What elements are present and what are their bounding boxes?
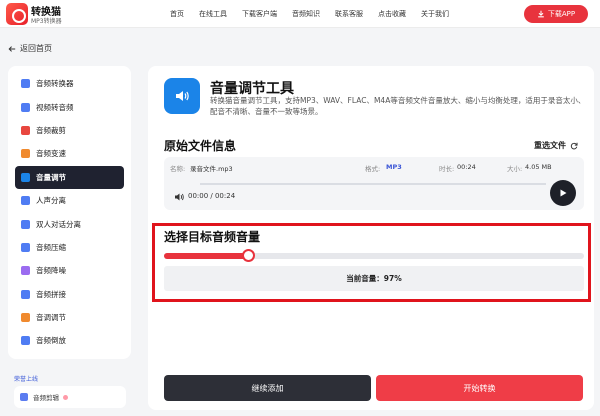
play-button[interactable] <box>550 180 576 206</box>
volume-adjust-icon <box>21 172 30 182</box>
nav-home[interactable]: 首页 <box>170 9 184 19</box>
sidebar-item-label: 音频降噪 <box>36 266 66 276</box>
audio-cut-icon <box>21 125 30 135</box>
sidebar-item-label: 视频转音频 <box>36 102 74 112</box>
continue-add-button[interactable]: 继续添加 <box>164 375 371 401</box>
speaker-icon[interactable] <box>174 192 184 202</box>
volume-tool-icon <box>164 78 200 114</box>
pitch-adjust-icon <box>21 313 30 323</box>
file-name: 录音文件.mp3 <box>190 165 233 173</box>
back-link[interactable]: 返回首页 <box>8 43 52 54</box>
sidebar-item-label: 音量调节 <box>36 172 66 182</box>
vocal-separation-icon <box>21 196 30 206</box>
nav-bookmark[interactable]: 点击收藏 <box>378 9 406 19</box>
section-title: 荣誉上线 <box>14 376 39 383</box>
sidebar-item[interactable]: 音调调节 <box>15 306 124 329</box>
sidebar-item[interactable]: 音频拼接 <box>15 283 124 306</box>
audio-merge-icon <box>21 289 30 299</box>
top-nav: 首页 在线工具 下载客户端 音频知识 联系客服 点击收藏 关于我们 <box>170 0 464 28</box>
file-info-heading: 原始文件信息 <box>164 139 237 153</box>
sidebar-item[interactable]: 音频倒放 <box>15 329 124 352</box>
reselect-label: 重选文件 <box>534 141 566 150</box>
play-time: 00:00 / 00:24 <box>188 192 236 200</box>
sub-item-label: 音频剪辑 <box>33 394 59 402</box>
sidebar-item[interactable]: 音频裁剪 <box>15 119 124 142</box>
sidebar-item[interactable]: 双人对话分离 <box>15 212 124 235</box>
refresh-icon <box>570 142 578 149</box>
size-label: 大小: <box>507 165 523 173</box>
audio-speed-icon <box>21 149 30 159</box>
arrow-left-icon <box>8 45 16 52</box>
tool-description: 转换猫音量调节工具，支持MP3、WAV、FLAC、M4A等音频文件音量放大、缩小… <box>210 96 586 116</box>
start-convert-button[interactable]: 开始转换 <box>376 375 583 401</box>
top-header: 转换猫 MP3转换器 首页 在线工具 下载客户端 音频知识 联系客服 点击收藏 … <box>0 0 600 28</box>
play-icon <box>560 189 567 197</box>
sidebar-item[interactable]: 音频变速 <box>15 142 124 165</box>
sidebar-item-label: 音频压缩 <box>36 242 66 252</box>
download-app-button[interactable]: 下载APP <box>524 5 588 23</box>
sidebar-item[interactable]: 音频压缩 <box>15 236 124 259</box>
brand-subtitle: MP3转换器 <box>31 18 62 25</box>
nav-online-tools[interactable]: 在线工具 <box>199 9 227 19</box>
sidebar-item-label: 双人对话分离 <box>36 219 81 229</box>
file-info-box: 名称: 录音文件.mp3 格式: MP3 时长: 00:24 大小: 4.05 … <box>164 157 584 210</box>
back-link-label: 返回首页 <box>20 44 52 53</box>
sidebar-sub-item[interactable]: 音频剪辑 <box>14 386 126 408</box>
audio-compress-icon <box>21 242 30 252</box>
sidebar-item-label: 音频倒放 <box>36 336 66 346</box>
highlight-box <box>152 223 591 302</box>
file-duration: 00:24 <box>457 163 476 171</box>
new-badge <box>63 394 68 400</box>
app-logo-icon[interactable] <box>6 3 28 25</box>
sidebar-item[interactable]: 视频转音频 <box>15 95 124 118</box>
sidebar-item-label: 人声分离 <box>36 196 66 206</box>
reselect-file-button[interactable]: 重选文件 <box>534 140 578 151</box>
download-icon <box>538 10 544 18</box>
nav-download-client[interactable]: 下载客户端 <box>242 9 277 19</box>
file-format: MP3 <box>386 163 402 171</box>
sidebar-item-label: 音频转换器 <box>36 79 74 89</box>
sidebar-item[interactable]: 音量调节 <box>15 165 124 189</box>
duration-label: 时长: <box>439 165 455 173</box>
format-label: 格式: <box>365 165 381 173</box>
nav-about-us[interactable]: 关于我们 <box>421 9 449 19</box>
dialogue-separation-icon <box>21 219 30 229</box>
nav-audio-knowledge[interactable]: 音频知识 <box>292 9 320 19</box>
download-app-label: 下载APP <box>547 10 576 18</box>
sidebar-item-label: 音调调节 <box>36 313 66 323</box>
sidebar-item-label: 音频裁剪 <box>36 125 66 135</box>
nav-contact-support[interactable]: 联系客服 <box>335 9 363 19</box>
sidebar-item[interactable]: 音频降噪 <box>15 259 124 282</box>
audio-denoise-icon <box>21 266 30 276</box>
sidebar-item-label: 音频变速 <box>36 149 66 159</box>
sidebar-item-label: 音频拼接 <box>36 289 66 299</box>
name-label: 名称: <box>170 165 186 173</box>
audio-edit-icon <box>20 393 28 401</box>
audio-reverse-icon <box>21 336 30 346</box>
file-size: 4.05 MB <box>525 163 552 171</box>
tool-sidebar: 音频转换器视频转音频音频裁剪音频变速音量调节人声分离双人对话分离 音频压缩音频降噪… <box>8 66 131 359</box>
sidebar-item[interactable]: 人声分离 <box>15 189 124 212</box>
playback-progress[interactable] <box>200 183 546 185</box>
video-to-audio-icon <box>21 102 30 112</box>
sidebar-item[interactable]: 音频转换器 <box>15 72 124 95</box>
audio-convert-icon <box>21 79 30 89</box>
